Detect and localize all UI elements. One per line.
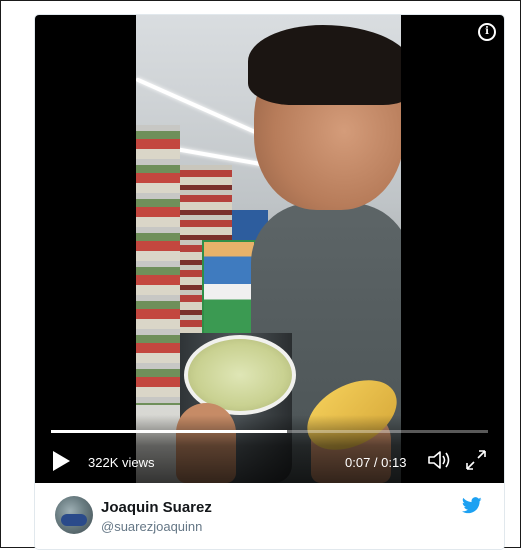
view-count: 322K views <box>88 455 155 470</box>
tweet-author: Joaquin Suarez @suarezjoaquinn <box>35 483 504 549</box>
store-shelf <box>136 125 180 405</box>
fullscreen-icon <box>466 450 486 470</box>
tweet-card: i 322K views 0:07 / 0:13 Joaquin Suarez … <box>34 14 505 550</box>
progress-fill <box>51 430 287 433</box>
volume-icon <box>428 451 450 469</box>
person-hair <box>248 25 401 105</box>
volume-button[interactable] <box>427 449 453 471</box>
play-button[interactable] <box>51 450 71 472</box>
twitter-logo-icon[interactable] <box>462 497 482 514</box>
info-icon[interactable]: i <box>478 23 496 41</box>
playback-time: 0:07 / 0:13 <box>345 455 407 470</box>
video-controls: 322K views 0:07 / 0:13 <box>35 415 504 483</box>
twitter-bird-icon <box>462 497 482 514</box>
author-handle[interactable]: @suarezjoaquinn <box>101 519 202 534</box>
video-player[interactable]: i 322K views 0:07 / 0:13 <box>35 15 504 483</box>
author-name[interactable]: Joaquin Suarez <box>101 499 212 516</box>
embed-frame: i 322K views 0:07 / 0:13 Joaquin Suarez … <box>0 0 521 550</box>
avatar[interactable] <box>55 496 93 534</box>
progress-bar[interactable] <box>51 430 488 433</box>
fullscreen-button[interactable] <box>465 449 487 471</box>
video-frame <box>136 15 401 483</box>
play-icon <box>53 451 70 471</box>
